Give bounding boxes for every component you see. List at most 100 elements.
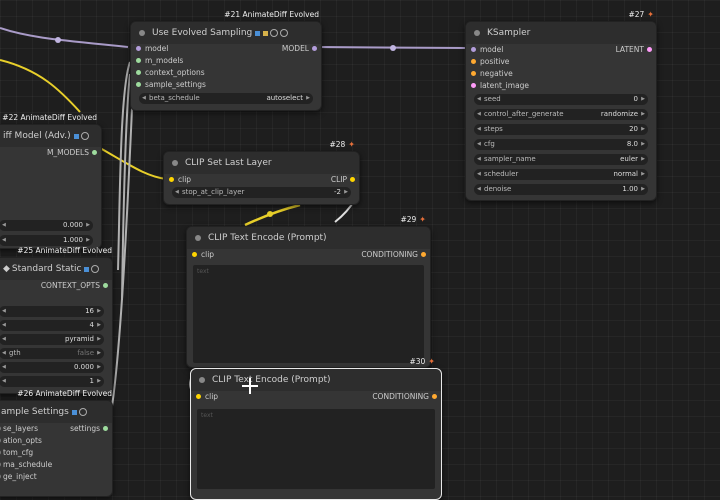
node-title-bar[interactable]: KSampler [466,22,656,44]
output-context-opts[interactable]: CONTEXT_OPTS [0,280,112,292]
badge-icon [84,266,90,272]
badge-icon [71,409,77,415]
node-badge: #28 ✦ [329,140,355,149]
node-id: #29 [400,215,417,224]
crosshair-cursor-icon [242,378,258,394]
widget-toggle-row[interactable]: gth false [0,348,104,359]
node-badge: #30 ✦ [409,357,435,366]
widget-value: 1.00 [622,185,638,193]
node-badge: #27 ✦ [628,10,654,19]
output-clip[interactable]: CLIP [164,174,359,186]
output-conditioning[interactable]: CONDITIONING [187,249,430,261]
widget-cfg[interactable]: cfg 8.0 [474,139,648,150]
node-title-bar[interactable]: Use Evolved Sampling [131,22,321,44]
widget-beta-schedule[interactable]: beta_schedule autoselect [139,93,313,104]
node-context-standard-static[interactable]: #25 AnimateDiff Evolved ◆ Standard Stati… [0,246,113,394]
widget-value: 16 [85,307,94,315]
input-latent-image[interactable]: latent_image [466,80,656,92]
widget-value-row[interactable]: pyramid [0,334,104,345]
wire-reroute [267,211,273,217]
widget-label: sampler_name [484,155,536,163]
widget-value-row[interactable]: 0.000 [0,362,104,373]
widget-value-row[interactable]: 1 [0,376,104,387]
fox-icon: ✦ [419,215,426,224]
widget-value-row[interactable]: 16 [0,306,104,317]
node-clip-set-last-layer[interactable]: #28✦ CLIP Set Last Layer clip CLIP stop_… [163,140,360,205]
output-model[interactable]: MODEL [131,43,321,55]
output-m-models[interactable]: M_MODELS [0,147,101,159]
collapse-dot[interactable] [199,377,205,383]
widget-value: 1 [89,377,94,385]
node-diff-model[interactable]: #22 AnimateDiff Evolved iff Model (Adv.)… [0,113,102,249]
node-use-evolved-sampling[interactable]: #21 AnimateDiff Evolved Use Evolved Samp… [130,10,322,111]
node-title-bar[interactable]: CLIP Set Last Layer [164,152,359,174]
widget-value: 0 [633,95,638,103]
input-negative[interactable]: negative [466,68,656,80]
collapse-dot[interactable] [139,30,145,36]
node-title: CLIP Text Encode (Prompt) [208,233,327,243]
widget-value: false [77,349,94,357]
badge-icon [91,265,100,273]
widget-value: 20 [629,125,638,133]
prompt-textarea[interactable]: text [193,265,424,363]
widget-value-row[interactable]: 1.000 [0,235,93,246]
node-id: #27 [628,10,645,19]
widget-value: 8.0 [626,140,638,148]
widget-label: denoise [484,185,512,193]
node-clip-text-encode-29[interactable]: #29 ✦ CLIP Text Encode (Prompt) clip COND… [186,215,431,368]
collapse-dot[interactable] [195,235,201,241]
wire-clip-yellow-3 [244,203,301,227]
wire-model [0,27,129,48]
node-title-bar[interactable]: ample Settings [0,401,112,423]
node-title-bar[interactable]: CLIP Text Encode (Prompt) [187,227,430,249]
widget-value-row[interactable]: 4 [0,320,104,331]
node-clip-text-encode-30[interactable]: #30 ✦ CLIP Text Encode (Prompt) clip COND… [190,357,442,500]
widget-value: 0.000 [73,363,94,371]
widget-value: euler [620,155,638,163]
node-badge: #25 AnimateDiff Evolved [17,246,112,255]
wire-gray-1 [117,61,131,271]
widget-control-after-generate[interactable]: control_after_generate randomize [474,109,648,120]
collapse-dot[interactable] [474,30,480,36]
node-title-bar[interactable]: iff Model (Adv.) [0,125,101,147]
widget-label: seed [484,95,501,103]
widget-denoise[interactable]: denoise 1.00 [474,184,648,195]
node-badge: #22 AnimateDiff Evolved [2,113,97,122]
input-row[interactable]: ma_schedule [0,459,112,471]
widget-steps[interactable]: steps 20 [474,124,648,135]
widget-stop-at-clip-layer[interactable]: stop_at_clip_layer -2 [172,187,351,198]
widget-value: normal [613,170,638,178]
input-positive[interactable]: positive [466,56,656,68]
collapse-dot[interactable] [172,160,178,166]
widget-sampler-name[interactable]: sampler_name euler [474,154,648,165]
node-sample-settings[interactable]: #26 AnimateDiff Evolved ample Settings s… [0,389,113,497]
input-m-models[interactable]: m_models [131,55,321,67]
badge-icon [280,29,289,37]
output-latent[interactable]: LATENT [466,44,656,56]
badge-icon [80,132,89,140]
widget-seed[interactable]: seed 0 [474,94,648,105]
node-badge: #29 ✦ [400,215,426,224]
widget-scheduler[interactable]: scheduler normal [474,169,648,180]
widget-value-row[interactable]: 0.000 [0,220,93,231]
prompt-textarea[interactable]: text [197,409,435,489]
input-row[interactable]: ation_opts [0,435,112,447]
input-context-options[interactable]: context_options [131,67,321,79]
fox-icon: ✦ [428,357,435,366]
node-title: KSampler [487,28,531,38]
node-title-bar[interactable]: ◆ Standard Static [0,258,112,280]
input-row[interactable]: tom_cfg [0,447,112,459]
node-badge: #21 AnimateDiff Evolved [224,10,319,19]
badge-icon [73,133,79,139]
widget-label: scheduler [484,170,519,178]
widget-value: 0.000 [62,221,83,229]
output-conditioning[interactable]: CONDITIONING [191,391,441,403]
input-sample-settings[interactable]: sample_settings [131,79,321,91]
wire-model-out [317,46,467,49]
diamond-icon: ◆ [3,264,10,274]
node-title-bar[interactable]: CLIP Text Encode (Prompt) [191,369,441,391]
node-title: Standard Static [11,264,82,274]
node-ksampler[interactable]: #27 ✦ KSampler model LATENT positive nega… [465,10,657,201]
input-row[interactable]: se_layers [0,423,112,435]
input-row[interactable]: ge_inject [0,471,112,483]
